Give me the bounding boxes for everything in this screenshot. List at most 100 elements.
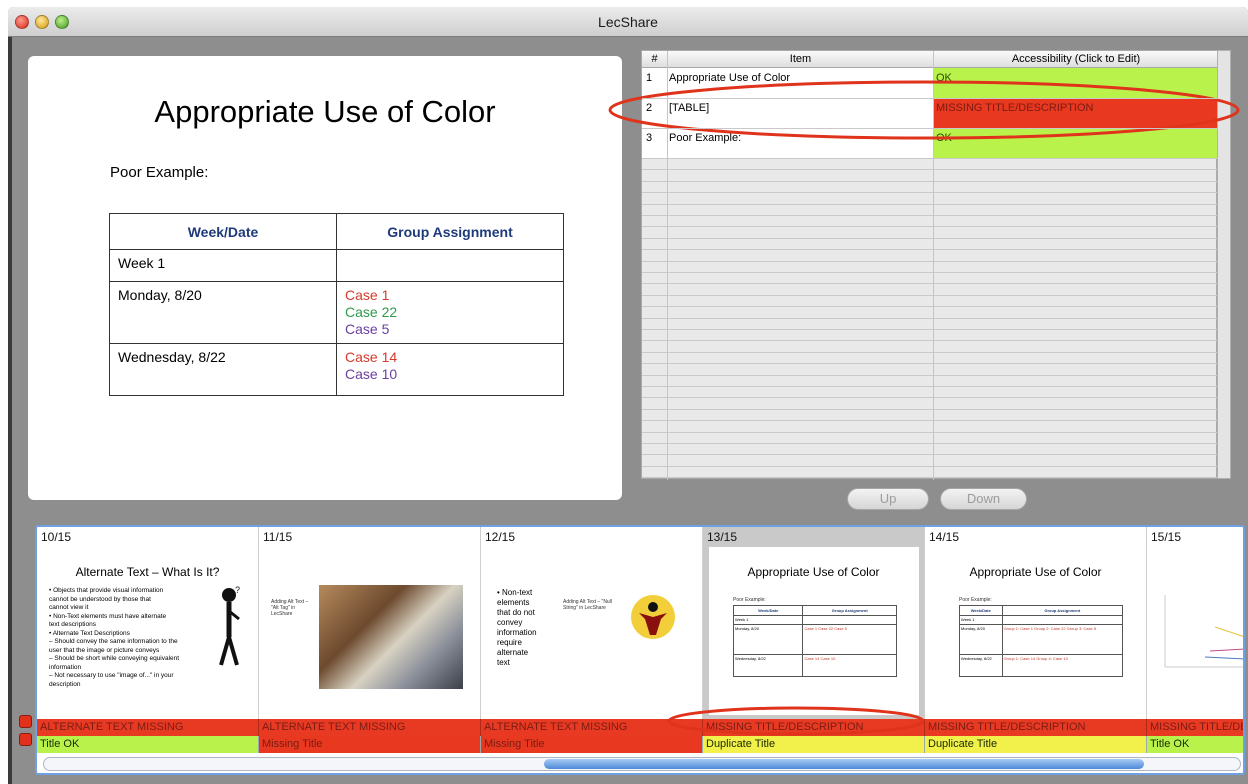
slide-table-cell-date: Week 1 — [109, 249, 337, 282]
items-table: # Item Accessibility (Click to Edit) 1 Ap… — [641, 50, 1218, 480]
thumbnail-strip-horizontal-scrollbar[interactable] — [43, 757, 1241, 771]
alt-text-status[interactable]: ALTERNATE TEXT MISSING — [37, 719, 259, 736]
up-button[interactable]: Up — [847, 488, 929, 510]
shrugging-figure-icon — [631, 595, 675, 639]
title-row-indicator[interactable] — [19, 733, 32, 746]
title-status[interactable]: Missing Title — [481, 736, 703, 753]
title-status[interactable]: Title OK — [1147, 736, 1243, 753]
slide-table-cell-date: Monday, 8/20 — [109, 281, 337, 344]
items-table-vertical-scrollbar[interactable] — [1217, 50, 1231, 479]
slide-table-cell-cases: Case 1 Case 22 Case 5 — [336, 281, 564, 344]
thumbnail-bullet: • Alternate Text Descriptions — [49, 629, 130, 637]
row-item-label: Appropriate Use of Color — [669, 72, 791, 84]
thinking-figure-icon: ? — [217, 585, 243, 669]
alt-text-status[interactable]: ALTERNATE TEXT MISSING — [259, 719, 481, 736]
mini-table-cell: Week 1 — [959, 615, 1003, 625]
scrollbar-thumb[interactable] — [544, 759, 1144, 769]
thumbnail-bullet: require — [497, 638, 522, 647]
case-label: Case 5 — [345, 321, 390, 337]
grid-row-line — [642, 363, 1218, 365]
mini-table-cell: Wednesday, 8/22 — [732, 654, 804, 677]
grid-row-line — [642, 283, 1218, 285]
alt-text-status[interactable]: MISSING TITLE/DESCRIPTION — [1147, 719, 1243, 736]
line-chart-thumbnail — [1155, 587, 1243, 687]
slide-thumbnail[interactable]: 14/15 Appropriate Use of Color Week/Date Gr… — [925, 527, 1147, 719]
thumbnail-caption: Adding Alt Text – "Alt Tag" in LecShare — [271, 599, 309, 617]
alt-text-status[interactable]: MISSING TITLE/DESCRIPTION — [925, 719, 1147, 736]
mini-table-cell — [1001, 615, 1124, 625]
thumbnail-bullet: cannot be understood by those that — [49, 595, 151, 603]
mini-table-cell: Group 1: Case 14 Group 4: Case 10 — [1001, 654, 1124, 677]
thumbnail-bullet: description — [49, 680, 81, 688]
grid-row-line — [642, 180, 1218, 182]
window-title: LecShare — [598, 14, 658, 30]
grid-row-line — [642, 98, 1218, 99]
mini-table-cell: Case 14 Case 10 — [802, 654, 897, 677]
slide-thumbnail-strip[interactable]: 10/15 Alternate Text – What Is It? • Objec… — [35, 525, 1245, 775]
thumbnail-title: Alternate Text – What Is It? — [75, 565, 220, 579]
grid-row-line — [642, 340, 1218, 342]
row-number: 3 — [646, 132, 653, 144]
title-status[interactable]: Missing Title — [259, 736, 481, 753]
row-item-label: Poor Example: — [669, 132, 742, 144]
thumbnail-bullet: convey — [497, 618, 523, 627]
thumbnail-bullet: – Not necessary to use "image of..." in … — [49, 672, 174, 679]
slide-number: 15/15 — [1151, 530, 1182, 544]
slide-thumbnail[interactable]: 12/15 • Non-text elements that do not con… — [481, 527, 703, 719]
grid-row-line — [642, 317, 1218, 319]
column-header-accessibility[interactable]: Accessibility (Click to Edit) — [934, 53, 1218, 65]
mini-table-cell: Case 1 Case 22 Case 5 — [802, 624, 897, 655]
grid-row-line — [642, 443, 1218, 444]
title-status[interactable]: Title OK — [37, 736, 259, 753]
alt-text-status[interactable]: MISSING TITLE/DESCRIPTION — [703, 719, 925, 736]
slide-preview: Appropriate Use of Color Poor Example: W… — [28, 56, 622, 500]
grid-row-line — [642, 237, 1218, 239]
cat-photo-image — [319, 585, 463, 689]
column-header-number[interactable]: # — [642, 53, 667, 65]
slide-table-cell-cases — [336, 249, 564, 282]
thumbnail-bullet: cannot view it — [49, 604, 89, 611]
mini-table-cell — [802, 615, 897, 625]
thumbnail-bullet: alternate — [497, 648, 529, 657]
thumbnail-bullet: • Non-text — [497, 588, 533, 597]
slide-table-cell-date: Wednesday, 8/22 — [109, 343, 337, 396]
title-status[interactable]: Duplicate Title — [925, 736, 1147, 753]
down-button[interactable]: Down — [940, 488, 1027, 510]
case-label: Case 22 — [345, 304, 398, 320]
slide-number: 14/15 — [929, 530, 960, 544]
thumbnail-bullet: that do not — [497, 608, 535, 617]
column-divider — [667, 51, 668, 480]
row-accessibility-status[interactable]: OK — [934, 128, 1218, 158]
row-accessibility-status[interactable]: OK — [934, 68, 1218, 98]
grid-row-line — [642, 226, 1218, 228]
slide-thumbnail[interactable]: 10/15 Alternate Text – What Is It? • Objec… — [37, 527, 259, 719]
slide-thumbnail[interactable]: 15/15 — [1147, 527, 1243, 719]
table-row[interactable]: 3 Poor Example: OK — [642, 128, 1218, 158]
slide-thumbnail[interactable]: 13/15 Appropriate Use of Color Week/Date Gr… — [703, 527, 925, 719]
table-row[interactable]: 2 [TABLE] MISSING TITLE/DESCRIPTION — [642, 98, 1218, 128]
thumbnail-bullet: – Should convey the same information to … — [49, 638, 178, 645]
title-status[interactable]: Duplicate Title — [703, 736, 925, 753]
thumbnail-bullet: information — [49, 663, 82, 671]
alt-text-row-indicator[interactable] — [19, 715, 32, 728]
items-table-header: # Item Accessibility (Click to Edit) — [642, 51, 1218, 68]
slide-table-header-group: Group Assignment — [336, 213, 564, 250]
mini-table-cell: Group 1: Case 1 Group 2: Case 22 Group 3… — [1001, 624, 1124, 655]
row-number: 1 — [646, 72, 653, 84]
thumbnail-bullet: user that the image or picture conveys — [49, 646, 160, 654]
table-row[interactable]: 1 Appropriate Use of Color OK — [642, 68, 1218, 98]
grid-row-line — [642, 329, 1218, 330]
thumbnail-bullet: elements — [497, 598, 530, 607]
grid-row-line — [642, 465, 1218, 467]
thumbnail-bullet: • Objects that provide visual informatio… — [49, 587, 164, 594]
alt-text-status[interactable]: ALTERNATE TEXT MISSING — [481, 719, 703, 736]
slide-table-cell-cases: Case 14 Case 10 — [336, 343, 564, 396]
column-header-item[interactable]: Item — [668, 53, 933, 65]
row-accessibility-status[interactable]: MISSING TITLE/DESCRIPTION — [934, 98, 1218, 128]
slide-thumbnail[interactable]: 11/15 Adding Alt Text – "Alt Tag" in LecS… — [259, 527, 481, 719]
grid-row-line — [642, 386, 1218, 387]
grid-row-line — [642, 203, 1218, 205]
grid-row-line — [642, 306, 1218, 308]
grid-row-line — [642, 374, 1218, 376]
thumbnail-title: Appropriate Use of Color — [747, 565, 880, 579]
